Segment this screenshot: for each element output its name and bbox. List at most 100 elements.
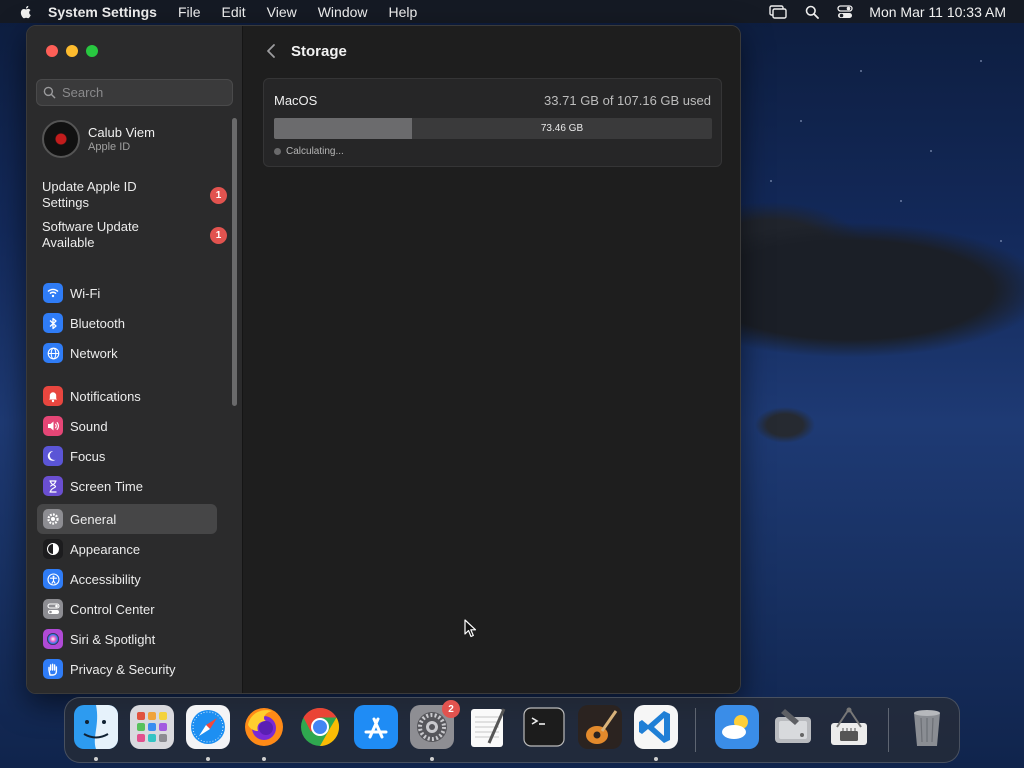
sidebar-item-notifications[interactable]: Notifications xyxy=(37,381,217,411)
sidebar-item-general[interactable]: General xyxy=(37,504,217,534)
storage-status: Calculating... xyxy=(274,146,344,157)
status-dot-icon xyxy=(274,148,281,155)
wifi-icon xyxy=(43,283,63,303)
sidebar: Calub Viem Apple ID Update Apple ID Sett… xyxy=(27,26,243,693)
screen-mirroring-icon[interactable] xyxy=(769,4,787,19)
search-icon xyxy=(43,86,56,99)
hourglass-icon xyxy=(43,476,63,496)
siri-icon xyxy=(43,629,63,649)
accessibility-icon xyxy=(43,569,63,589)
apple-menu-icon[interactable] xyxy=(18,4,34,20)
terminal-icon[interactable] xyxy=(522,705,566,749)
sidebar-item-label: Bluetooth xyxy=(70,315,125,331)
menu-help[interactable]: Help xyxy=(389,4,418,20)
sidebar-item-wi-fi[interactable]: Wi-Fi xyxy=(37,278,217,308)
sidebar-item-control-center[interactable]: Control Center xyxy=(37,594,217,624)
software-update-notice[interactable]: Software Update Available 1 xyxy=(42,219,227,251)
gear-icon xyxy=(43,509,63,529)
sidebar-item-label: Siri & Spotlight xyxy=(70,631,156,647)
launchpad-icon[interactable] xyxy=(130,705,174,749)
menu-app-name[interactable]: System Settings xyxy=(48,4,157,20)
running-indicator xyxy=(206,757,210,761)
apple-id-profile[interactable]: Calub Viem Apple ID xyxy=(42,120,155,158)
storage-status-text: Calculating... xyxy=(286,146,344,157)
globe-icon xyxy=(43,343,63,363)
menu-file[interactable]: File xyxy=(178,4,201,20)
running-indicator xyxy=(94,757,98,761)
sidebar-item-screen-time[interactable]: Screen Time xyxy=(37,471,217,501)
close-window-button[interactable] xyxy=(46,45,58,57)
sidebar-item-network[interactable]: Network xyxy=(37,338,217,368)
dock-separator xyxy=(888,708,889,752)
search-field[interactable] xyxy=(36,79,233,106)
moon-icon xyxy=(43,446,63,466)
disk-utility-icon[interactable] xyxy=(771,705,815,749)
window-controls xyxy=(46,45,98,57)
menu-view[interactable]: View xyxy=(267,4,297,20)
finder-icon[interactable] xyxy=(74,705,118,749)
sidebar-item-sound[interactable]: Sound xyxy=(37,411,217,441)
search-input[interactable] xyxy=(62,85,222,100)
avatar xyxy=(42,120,80,158)
chrome-icon[interactable] xyxy=(298,705,342,749)
sidebar-item-accessibility[interactable]: Accessibility xyxy=(37,564,217,594)
dock-separator xyxy=(695,708,696,752)
storage-pane: Storage MacOS 33.71 GB of 107.16 GB used… xyxy=(243,26,740,693)
dock-badge: 2 xyxy=(442,700,460,718)
garageband-icon[interactable] xyxy=(578,705,622,749)
dock: 2 xyxy=(64,697,960,763)
appearance-icon xyxy=(43,539,63,559)
page-title: Storage xyxy=(291,43,347,60)
bell-icon xyxy=(43,386,63,406)
notice-label: Update Apple ID Settings xyxy=(42,179,137,210)
trash-icon[interactable] xyxy=(905,705,949,749)
running-indicator xyxy=(654,757,658,761)
sidebar-scrollbar[interactable] xyxy=(232,118,237,406)
sidebar-item-label: General xyxy=(70,511,117,527)
back-chevron-icon[interactable] xyxy=(263,42,279,60)
sidebar-item-label: Focus xyxy=(70,448,106,464)
storage-usage-bar: 73.46 GB xyxy=(274,118,712,139)
sidebar-item-label: Privacy & Security xyxy=(70,661,176,677)
sidebar-item-bluetooth[interactable]: Bluetooth xyxy=(37,308,217,338)
sidebar-item-label: Screen Time xyxy=(70,478,143,494)
notice-label: Software Update Available xyxy=(42,219,139,250)
safari-icon[interactable] xyxy=(186,705,230,749)
storage-free-label: 73.46 GB xyxy=(540,123,584,134)
update-apple-id-notice[interactable]: Update Apple ID Settings 1 xyxy=(42,179,227,211)
notification-badge: 1 xyxy=(210,186,227,204)
sidebar-item-focus[interactable]: Focus xyxy=(37,441,217,471)
sidebar-item-siri-spotlight[interactable]: Siri & Spotlight xyxy=(37,624,217,654)
storage-card: MacOS 33.71 GB of 107.16 GB used 73.46 G… xyxy=(263,78,722,167)
sidebar-item-appearance[interactable]: Appearance xyxy=(37,534,217,564)
sidebar-item-label: Notifications xyxy=(70,388,141,404)
menu-bar-clock[interactable]: Mon Mar 11 10:33 AM xyxy=(869,4,1006,20)
menu-window[interactable]: Window xyxy=(318,4,368,20)
menu-edit[interactable]: Edit xyxy=(222,4,246,20)
speaker-icon xyxy=(43,416,63,436)
app-store-icon[interactable] xyxy=(354,705,398,749)
profile-subtitle: Apple ID xyxy=(88,141,131,153)
textedit-icon[interactable] xyxy=(466,705,510,749)
spotlight-search-icon[interactable] xyxy=(805,5,820,19)
sidebar-item-label: Accessibility xyxy=(70,571,141,587)
sidebar-item-privacy-security[interactable]: Privacy & Security xyxy=(37,654,217,684)
minimize-window-button[interactable] xyxy=(66,45,78,57)
sidebar-item-label: Appearance xyxy=(70,541,141,557)
bluetooth-icon xyxy=(43,313,63,333)
system-information-icon[interactable] xyxy=(827,705,871,749)
notification-badge: 1 xyxy=(210,226,227,244)
running-indicator xyxy=(262,757,266,761)
sidebar-item-label: Wi-Fi xyxy=(70,285,101,301)
vscode-icon[interactable] xyxy=(634,705,678,749)
firefox-icon[interactable] xyxy=(242,705,286,749)
zoom-window-button[interactable] xyxy=(86,45,98,57)
system-settings-window: Calub Viem Apple ID Update Apple ID Sett… xyxy=(26,25,741,694)
control-center-icon[interactable] xyxy=(837,4,853,19)
toggles-icon xyxy=(43,599,63,619)
sidebar-item-label: Control Center xyxy=(70,601,155,617)
weather-icon[interactable] xyxy=(715,705,759,749)
mouse-pointer-icon xyxy=(464,619,477,638)
menu-bar: System Settings File Edit View Window He… xyxy=(0,0,1024,23)
system-settings-icon[interactable]: 2 xyxy=(410,700,460,749)
